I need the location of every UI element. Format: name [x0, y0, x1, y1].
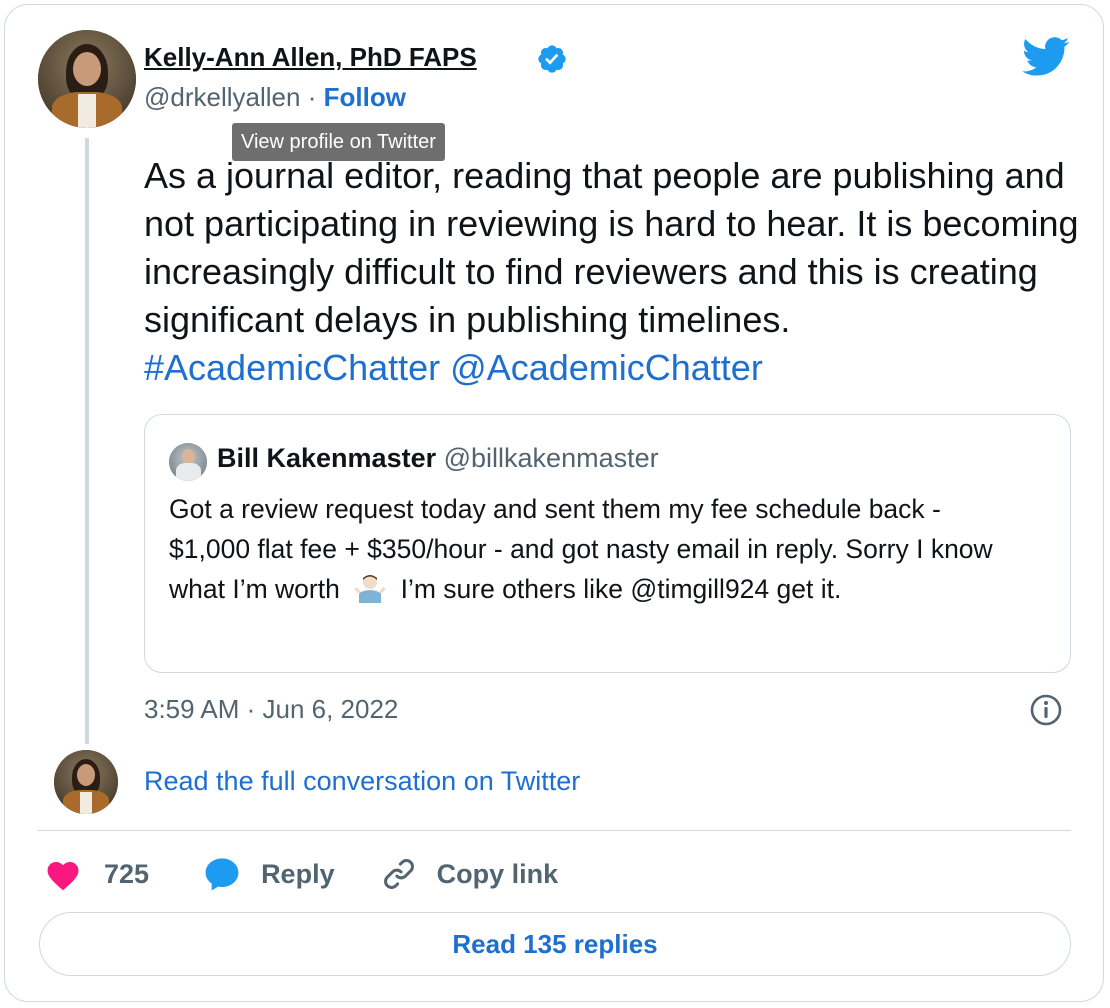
read-full-conversation-link[interactable]: Read the full conversation on Twitter — [144, 766, 580, 797]
author-handle-row: @drkellyallen · Follow — [144, 82, 406, 113]
copy-link-button[interactable]: Copy link — [381, 856, 559, 892]
quoted-header: Bill Kakenmaster @billkakenmaster — [217, 443, 659, 474]
tweet-timestamp[interactable]: 3:59 AM · Jun 6, 2022 — [144, 694, 398, 725]
reply-label: Reply — [261, 858, 335, 889]
reply-button[interactable]: Reply — [203, 856, 335, 892]
person-shrugging-emoji — [354, 575, 387, 603]
divider — [38, 830, 1071, 831]
thread-line — [85, 138, 89, 744]
tweet-text: As a journal editor, reading that people… — [144, 152, 1079, 392]
author-name[interactable]: Kelly-Ann Allen, PhD FAPS — [144, 42, 477, 73]
quoted-text-part2: I’m sure others like @timgill924 get it. — [400, 574, 842, 604]
handle-separator: · — [307, 82, 317, 112]
quoted-tweet[interactable]: Bill Kakenmaster @billkakenmaster Got a … — [144, 414, 1071, 673]
twitter-bird-icon[interactable] — [1022, 37, 1070, 77]
mention-link[interactable]: @AcademicChatter — [450, 347, 763, 388]
author-avatar[interactable] — [38, 30, 136, 128]
verified-badge-icon — [538, 45, 566, 73]
heart-icon — [47, 861, 79, 891]
read-replies-button[interactable]: Read 135 replies — [39, 912, 1071, 976]
reply-author-avatar[interactable] — [54, 750, 118, 814]
like-count: 725 — [104, 858, 150, 889]
quoted-author-avatar — [169, 443, 207, 481]
follow-button[interactable]: Follow — [324, 82, 406, 112]
link-icon — [383, 859, 414, 889]
reply-bubble-icon — [205, 858, 239, 891]
quoted-author-handle: @billkakenmaster — [443, 443, 659, 473]
tweet-body: As a journal editor, reading that people… — [144, 155, 1079, 340]
copy-link-label: Copy link — [436, 858, 559, 889]
like-button[interactable]: 725 — [44, 857, 149, 891]
author-handle[interactable]: @drkellyallen — [144, 82, 300, 112]
quoted-tweet-text: Got a review request today and sent them… — [169, 489, 1029, 609]
info-icon[interactable] — [1029, 693, 1063, 727]
quoted-author-name: Bill Kakenmaster — [217, 443, 437, 473]
hashtag-link[interactable]: #AcademicChatter — [144, 347, 440, 388]
action-bar: 725 Reply Copy link — [44, 852, 592, 896]
